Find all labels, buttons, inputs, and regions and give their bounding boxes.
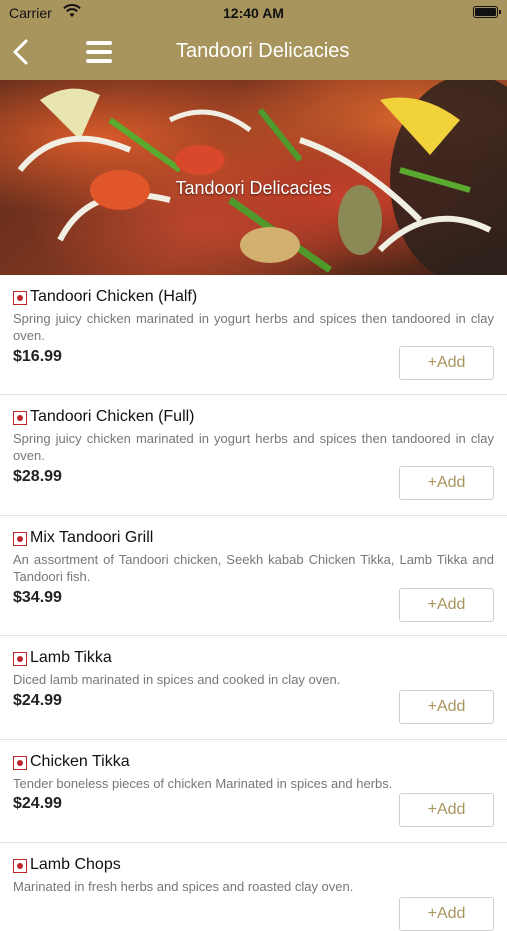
add-button[interactable]: +Add — [399, 346, 494, 380]
item-price: $24.99 — [13, 795, 62, 812]
menu-item[interactable]: Chicken Tikka Tender boneless pieces of … — [0, 740, 507, 843]
non-veg-icon — [13, 532, 27, 546]
menu-item[interactable]: Tandoori Chicken (Full) Spring juicy chi… — [0, 395, 507, 516]
menu-item[interactable]: Lamb Chops Marinated in fresh herbs and … — [0, 843, 507, 931]
page-title: Tandoori Delicacies — [176, 40, 350, 62]
item-description: Spring juicy chicken marinated in yogurt… — [13, 431, 494, 463]
add-button[interactable]: +Add — [399, 897, 494, 931]
add-button[interactable]: +Add — [399, 793, 494, 827]
item-name: Tandoori Chicken (Full) — [30, 408, 195, 425]
battery-icon — [473, 6, 501, 18]
item-price: $28.99 — [13, 468, 62, 485]
category-banner: Tandoori Delicacies — [0, 80, 507, 275]
hamburger-menu-icon[interactable] — [86, 41, 112, 63]
item-description: Spring juicy chicken marinated in yogurt… — [13, 311, 494, 343]
item-name: Mix Tandoori Grill — [30, 529, 154, 546]
non-veg-icon — [13, 652, 27, 666]
item-name: Chicken Tikka — [30, 753, 130, 770]
item-description: Diced lamb marinated in spices and cooke… — [13, 672, 341, 687]
item-description: An assortment of Tandoori chicken, Seekh… — [13, 552, 494, 584]
item-price: $16.99 — [13, 348, 62, 365]
item-name: Tandoori Chicken (Half) — [30, 288, 198, 305]
item-name: Lamb Tikka — [30, 649, 112, 666]
menu-item[interactable]: Lamb Tikka Diced lamb marinated in spice… — [0, 636, 507, 740]
non-veg-icon — [13, 756, 27, 770]
non-veg-icon — [13, 411, 27, 425]
non-veg-icon — [13, 291, 27, 305]
add-button[interactable]: +Add — [399, 588, 494, 622]
banner-title: Tandoori Delicacies — [175, 178, 332, 198]
non-veg-icon — [13, 859, 27, 873]
item-price: $24.99 — [13, 692, 62, 709]
add-button[interactable]: +Add — [399, 466, 494, 500]
item-name: Lamb Chops — [30, 856, 121, 873]
clock: 12:40 AM — [223, 5, 284, 21]
status-bar: Carrier 12:40 AM — [0, 0, 507, 28]
app-header: Carrier 12:40 AM Tandoori Delicacies — [0, 0, 507, 80]
menu-item[interactable]: Mix Tandoori Grill An assortment of Tand… — [0, 516, 507, 636]
item-description: Marinated in fresh herbs and spices and … — [13, 879, 354, 894]
item-description: Tender boneless pieces of chicken Marina… — [13, 776, 393, 791]
nav-bar: Tandoori Delicacies — [0, 28, 507, 80]
back-icon[interactable] — [10, 38, 34, 66]
menu-item[interactable]: Tandoori Chicken (Half) Spring juicy chi… — [0, 275, 507, 395]
add-button[interactable]: +Add — [399, 690, 494, 724]
item-price: $34.99 — [13, 589, 62, 606]
